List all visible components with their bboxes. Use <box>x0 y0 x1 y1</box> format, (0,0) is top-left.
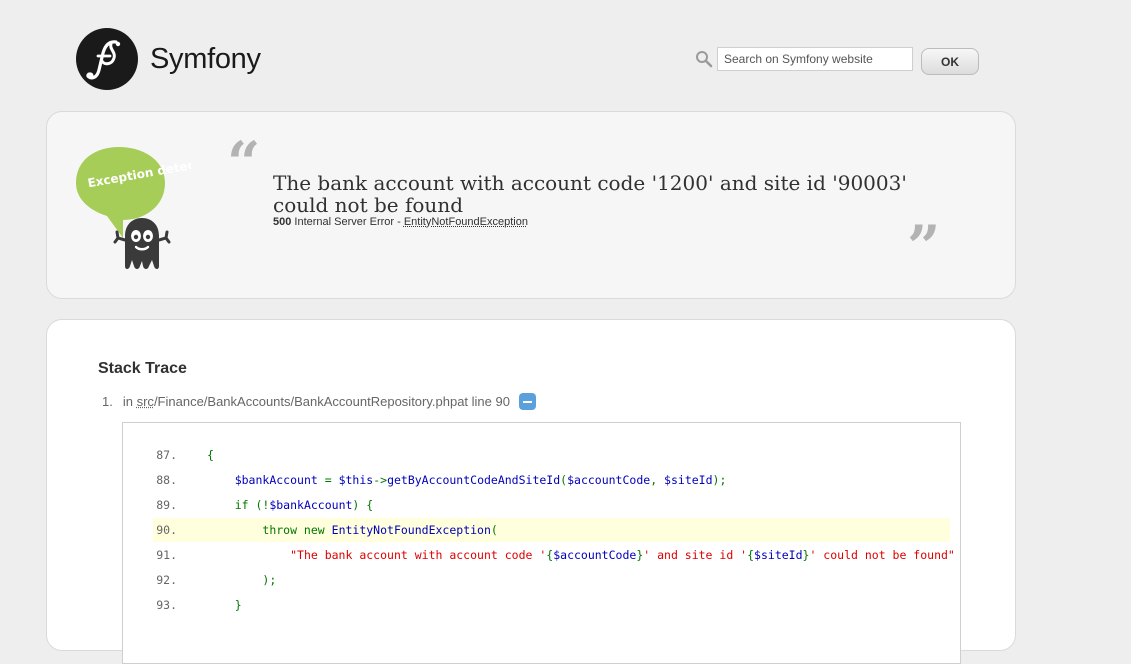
code-text: EntityNotFoundException <box>332 523 491 537</box>
code-text: ); <box>262 573 276 587</box>
code-line: 89. if (!$bankAccount) { <box>153 493 950 517</box>
search-input[interactable] <box>717 47 913 71</box>
stack-trace-block: Stack Trace 1. in src/Finance/BankAccoun… <box>46 319 1016 651</box>
code-text: { <box>207 448 214 462</box>
code-line: 87. { <box>153 443 950 467</box>
line-number: 90. <box>153 518 177 542</box>
trace-line-text: at line 90 <box>457 394 510 409</box>
code-line: 92. ); <box>153 568 950 592</box>
stack-trace-title: Stack Trace <box>98 360 187 378</box>
search-form <box>695 47 913 71</box>
code-text: ) { <box>352 498 373 512</box>
code-text: $this <box>339 473 374 487</box>
code-text: $accountCode <box>567 473 650 487</box>
minus-icon <box>523 401 532 403</box>
code-text: throw new <box>262 523 331 537</box>
code-text: , <box>650 473 664 487</box>
code-text: } <box>235 598 242 612</box>
code-text: ); <box>713 473 727 487</box>
status-text: Internal Server Error - <box>294 216 403 228</box>
exception-status: 500 Internal Server Error - EntityNotFou… <box>273 216 528 228</box>
code-line: 91. "The bank account with account code … <box>153 543 950 567</box>
code-text: $bankAccount <box>235 473 318 487</box>
code-text: $siteId <box>754 548 802 562</box>
exception-mascot-icon: Exception detected! <box>75 146 191 270</box>
symfony-logo-icon <box>76 28 138 90</box>
trace-item: 1. in src/Finance/BankAccounts/BankAccou… <box>102 393 536 410</box>
code-line-highlighted: 90. throw new EntityNotFoundException( <box>153 518 950 542</box>
code-text: = <box>318 473 339 487</box>
open-quote-icon: “ <box>227 134 260 192</box>
code-text: ( <box>491 523 498 537</box>
line-number: 93. <box>153 593 177 617</box>
exception-message: The bank account with account code '1200… <box>273 172 963 216</box>
trace-file-path: /Finance/BankAccounts/BankAccountReposit… <box>154 394 457 409</box>
trace-item-prefix: in <box>123 394 133 409</box>
page-header: Symfony OK <box>0 0 1131 110</box>
code-text: "The bank account with account code ' <box>290 548 546 562</box>
line-number: 92. <box>153 568 177 592</box>
trace-file-abbr: src <box>137 394 154 409</box>
line-number: 89. <box>153 493 177 517</box>
code-line: 88. $bankAccount = $this->getByAccountCo… <box>153 468 950 492</box>
symfony-logo[interactable]: Symfony <box>76 28 261 90</box>
line-number: 87. <box>153 443 177 467</box>
code-text: ' could not be found" <box>809 548 954 562</box>
collapse-toggle-button[interactable] <box>519 393 536 410</box>
code-text: { <box>747 548 754 562</box>
code-snippet: 87. { 88. $bankAccount = $this->getByAcco… <box>122 422 961 664</box>
code-text: ' and site id ' <box>643 548 747 562</box>
brand-name: Symfony <box>150 43 261 76</box>
exception-block: Exception detected! “ The bank account w… <box>46 111 1016 299</box>
close-quote-icon: ” <box>907 218 940 276</box>
code-text: $bankAccount <box>269 498 352 512</box>
status-code: 500 <box>273 216 291 228</box>
code-text: $accountCode <box>553 548 636 562</box>
code-text: $siteId <box>664 473 712 487</box>
search-icon <box>695 50 713 68</box>
search-ok-button[interactable]: OK <box>921 48 979 75</box>
code-text: -> <box>373 473 387 487</box>
trace-item-number: 1. <box>102 394 113 409</box>
code-text: getByAccountCodeAndSiteId <box>387 473 560 487</box>
line-number: 91. <box>153 543 177 567</box>
exception-class-name: EntityNotFoundException <box>404 216 528 228</box>
code-text: if (! <box>235 498 270 512</box>
code-line: 93. } <box>153 593 950 617</box>
line-number: 88. <box>153 468 177 492</box>
